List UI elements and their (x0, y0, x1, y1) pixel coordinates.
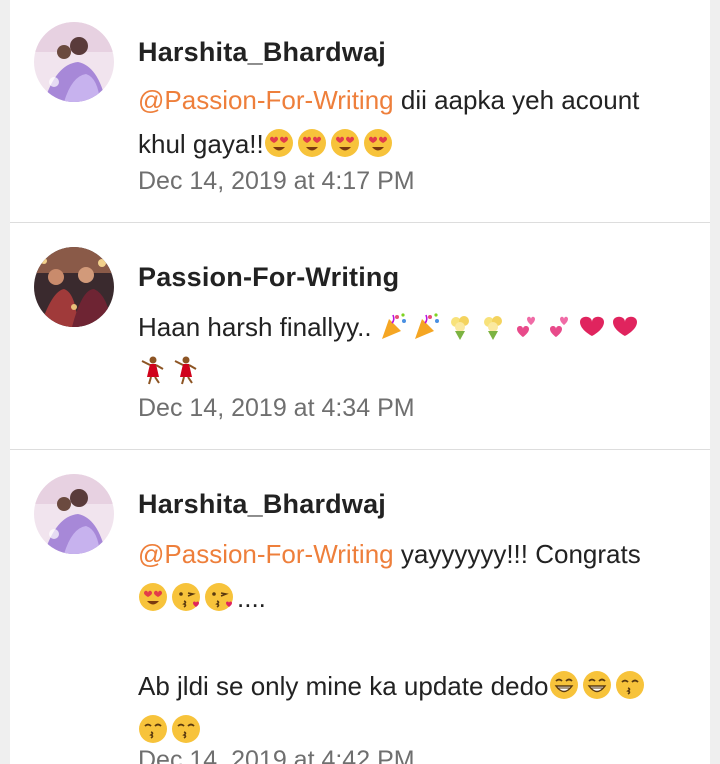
comment-line: .... (138, 576, 698, 620)
comment-text: .... (237, 583, 266, 613)
kiss-emoji (204, 582, 234, 612)
two-hearts-emoji (544, 311, 574, 341)
comment-author[interactable]: Harshita_Bhardwaj (138, 489, 386, 520)
comment-author[interactable]: Passion-For-Writing (138, 262, 399, 293)
comment-line: Ab jldi se only mine ka update dedo (138, 664, 698, 708)
avatar[interactable] (34, 474, 114, 554)
comment-timestamp: Dec 14, 2019 at 4:17 PM (138, 167, 415, 195)
mention-link[interactable]: @Passion-For-Writing (138, 85, 394, 115)
kissing-smile-emoji (615, 670, 645, 700)
mention-link[interactable]: @Passion-For-Writing (138, 539, 394, 569)
kiss-emoji (171, 582, 201, 612)
heart-eyes-emoji (363, 128, 393, 158)
bouquet-emoji (478, 311, 508, 341)
heart-eyes-emoji (330, 128, 360, 158)
grin-emoji (549, 670, 579, 700)
comment-author[interactable]: Harshita_Bhardwaj (138, 37, 386, 68)
dancer-emoji (171, 355, 201, 385)
bouquet-emoji (445, 311, 475, 341)
comment-line: @Passion-For-Writing yayyyyyy!!! Congrat… (138, 532, 698, 576)
comment-item: Passion-For-Writing Haan harsh finallyy.… (10, 223, 710, 449)
heart-eyes-emoji (138, 582, 168, 612)
kissing-smile-emoji (138, 714, 168, 744)
comment-line (138, 349, 698, 393)
grin-emoji (582, 670, 612, 700)
avatar[interactable] (34, 247, 114, 327)
comment-text: Haan harsh finallyy.. (138, 312, 379, 342)
comment-timestamp: Dec 14, 2019 at 4:42 PM (138, 746, 415, 764)
comment-line: Haan harsh finallyy.. (138, 305, 698, 349)
kissing-smile-emoji (171, 714, 201, 744)
two-hearts-emoji (511, 311, 541, 341)
heart-eyes-emoji (264, 128, 294, 158)
dancer-emoji (138, 355, 168, 385)
comment-item: Harshita_Bhardwaj @Passion-For-Writing d… (10, 0, 710, 222)
heart-eyes-emoji (297, 128, 327, 158)
comment-text: yayyyyyy!!! Congrats (393, 539, 641, 569)
comment-body: @Passion-For-Writing yayyyyyy!!! Congrat… (138, 532, 698, 752)
party-popper-emoji (379, 311, 409, 341)
comment-item: Harshita_Bhardwaj @Passion-For-Writing y… (10, 450, 710, 764)
comment-body: @Passion-For-Writing dii aapka yeh acoun… (138, 78, 698, 166)
comments-panel: Harshita_Bhardwaj @Passion-For-Writing d… (10, 0, 710, 764)
avatar[interactable] (34, 22, 114, 102)
comment-line: khul gaya!! (138, 122, 698, 166)
red-heart-emoji (610, 311, 640, 341)
comment-body: Haan harsh finallyy.. (138, 305, 698, 393)
red-heart-emoji (577, 311, 607, 341)
comment-text: khul gaya!! (138, 129, 264, 159)
comment-text: dii aapka yeh acount (393, 85, 640, 115)
comment-timestamp: Dec 14, 2019 at 4:34 PM (138, 394, 415, 422)
comment-line: @Passion-For-Writing dii aapka yeh acoun… (138, 78, 698, 122)
comment-text: Ab jldi se only mine ka update dedo (138, 671, 549, 701)
party-popper-emoji (412, 311, 442, 341)
